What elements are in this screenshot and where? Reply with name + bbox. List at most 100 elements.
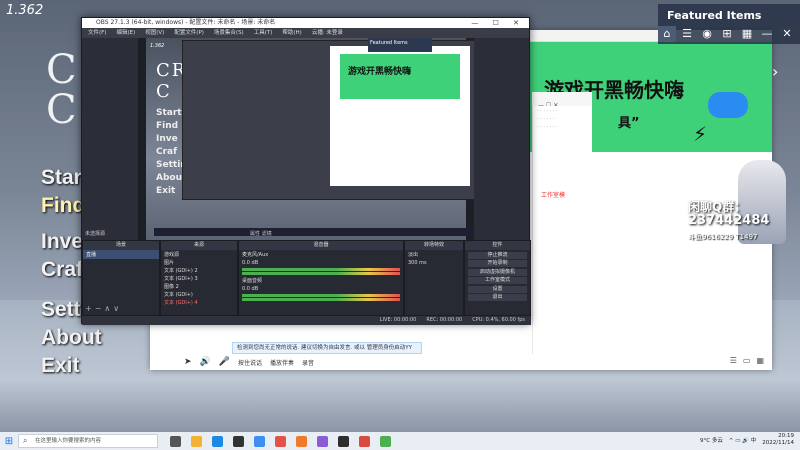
file-explorer-icon[interactable]: [191, 435, 202, 447]
preview-version: 1.362: [150, 43, 165, 49]
play-accompaniment-button[interactable]: 播放伴奏: [270, 358, 294, 367]
transitions-dock-title: 转场特效: [405, 241, 463, 250]
source-item[interactable]: 图片: [161, 258, 237, 266]
settings-button[interactable]: 设置: [468, 285, 527, 293]
source-label: 文本 (GDI+) 4: [164, 300, 198, 306]
taskbar-clock[interactable]: 20:19 2022/11/14: [762, 433, 794, 447]
tray-icons[interactable]: ^ ▭ 🔊 中: [729, 436, 756, 444]
gamepad-icon[interactable]: ◉: [698, 26, 716, 42]
window-controls[interactable]: — ☐ ✕: [471, 18, 525, 28]
weather-text[interactable]: 9°C 多云: [700, 436, 723, 444]
preview-banner: 游戏开黑畅快嗨: [340, 54, 460, 99]
close-icon[interactable]: ✕: [778, 26, 796, 42]
cart-icon[interactable]: ⊞: [718, 26, 736, 42]
mic-icon[interactable]: 🎤: [219, 357, 230, 367]
virtual-camera-button[interactable]: 启动虚拟摄像机: [468, 268, 527, 276]
game-version: 1.362: [6, 3, 44, 18]
app-icon[interactable]: [296, 435, 307, 447]
toolbar-right-icons: ☰ ▭ ▦: [730, 356, 764, 365]
menu-file[interactable]: 文件(F): [88, 28, 106, 38]
edge-icon[interactable]: [212, 435, 223, 447]
douyu-room-text: 斗鱼9616229 T1497: [688, 233, 758, 241]
cursor-icon[interactable]: ➤: [184, 357, 192, 367]
list-icon[interactable]: ☰: [678, 26, 696, 42]
taskbar-search[interactable]: ⌕ 在这里输入你要搜索的内容: [18, 434, 158, 448]
grid-icon[interactable]: ▦: [738, 26, 756, 42]
source-item-selected[interactable]: 文本 (GDI+) 4: [161, 298, 237, 306]
rec-status: REC: 00:00:00: [426, 317, 463, 323]
app-icon[interactable]: [338, 435, 349, 447]
properties-filters-bar[interactable]: 属性 滤镜: [250, 230, 272, 237]
search-icon: ⌕: [23, 436, 28, 445]
app-icon[interactable]: [317, 435, 328, 447]
featured-toolbar: ⌂ ☰ ◉ ⊞ ▦ — ✕: [658, 26, 798, 42]
obs-menubar: 文件(F) 编辑(E) 视图(V) 配置文件(P) 场景集合(S) 工具(T) …: [82, 28, 529, 38]
obs-docks: 场景 直播 +−∧∨ 来源 游戏源 图片 文本 (GDI+) 2 文本 (GDI…: [82, 240, 531, 316]
studio-mode-option[interactable]: 工作室模: [541, 190, 584, 199]
app-icon[interactable]: [359, 435, 370, 447]
search-placeholder: 在这里输入你要搜索的内容: [35, 438, 102, 444]
grid-icon[interactable]: ▦: [756, 356, 764, 365]
chevron-right-icon[interactable]: ›: [772, 62, 778, 81]
menu-profile[interactable]: 配置文件(P): [174, 28, 204, 38]
scene-controls[interactable]: +−∧∨: [85, 304, 122, 313]
panel-line: · · · · · · ·: [537, 108, 558, 114]
menu-view[interactable]: 视图(V): [145, 28, 164, 38]
menu-about[interactable]: About: [41, 326, 124, 354]
transition-duration[interactable]: 300 ms: [405, 259, 463, 267]
chat-toolbar: ➤ 🔊 🎤 按住说话 播放伴奏 录音 ☰ ▭ ▦: [176, 354, 772, 370]
source-item[interactable]: 文本 (GDI+) 3: [161, 274, 237, 282]
start-recording-button[interactable]: 开始录制: [468, 260, 527, 267]
source-item[interactable]: 图像 2: [161, 282, 237, 290]
source-item[interactable]: 文本 (GDI+): [161, 290, 237, 298]
menu-cloud[interactable]: 云播: 未登录: [312, 28, 343, 38]
windows-start-icon[interactable]: ⊞: [0, 436, 18, 447]
app-icon[interactable]: [275, 435, 286, 447]
speaker-icon[interactable]: 🔊: [200, 357, 211, 367]
task-view-icon[interactable]: [170, 435, 181, 447]
system-tray: 9°C 多云 ^ ▭ 🔊 中 20:19 2022/11/14: [700, 433, 794, 447]
push-to-talk-button[interactable]: 按住说话: [238, 358, 262, 367]
minimize-icon[interactable]: —: [758, 26, 776, 42]
mixer-channel-name: 麦克风/Aux: [242, 252, 269, 258]
banner-subtitle: 具”: [618, 116, 640, 131]
menu-edit[interactable]: 编辑(E): [116, 28, 135, 38]
taskbar-apps: [170, 435, 391, 447]
menu-scene-collection[interactable]: 场景集合(S): [214, 28, 244, 38]
gamepad-icon: [708, 92, 748, 118]
menu-exit[interactable]: Exit: [41, 354, 124, 382]
layout-icon[interactable]: ▭: [743, 356, 751, 365]
app-icon[interactable]: [254, 435, 265, 447]
panel-line: · · · · · · ·: [537, 124, 558, 130]
voice-notice-bar[interactable]: 检测到您尚无正常的说话. 建议切换为自由发言. 或以 管理员身份启动YY: [232, 342, 422, 354]
home-icon[interactable]: ⌂: [658, 26, 676, 42]
obs-app-icon[interactable]: [233, 435, 244, 447]
source-item[interactable]: 文本 (GDI+) 2: [161, 266, 237, 274]
source-item[interactable]: 游戏源: [161, 250, 237, 258]
obs-preview[interactable]: 1.362 CR C Start Find Inve Craf Settings…: [138, 38, 474, 240]
obs-titlebar: OBS 27.1.3 (64-bit, windows) - 配置文件: 未命名…: [82, 18, 529, 28]
menu-help[interactable]: 帮助(H): [282, 28, 301, 38]
scene-item[interactable]: 直播: [83, 250, 159, 259]
preview-banner-text: 游戏开黑畅快嗨: [348, 67, 412, 77]
mixer-channel-value: 0.0 dB: [242, 260, 259, 266]
qq-group-number: 237442484: [688, 213, 770, 228]
stop-streaming-button[interactable]: 停止推流: [468, 251, 527, 259]
app-icon[interactable]: [380, 435, 391, 447]
stream-overlay-card: 闲聊Q群： 237442484 斗鱼9616229 T1497: [688, 160, 788, 248]
source-label: 图片: [164, 260, 175, 266]
studio-mode-button[interactable]: 工作室模式: [468, 277, 527, 284]
record-button[interactable]: 录音: [302, 358, 314, 367]
preview-taskbar: [154, 228, 474, 236]
exit-button[interactable]: 退出: [468, 294, 527, 301]
audio-meter: [242, 294, 400, 297]
transition-select[interactable]: 淡出: [405, 250, 463, 259]
cpu-status: CPU: 0.4%, 60.00 fps: [472, 317, 525, 323]
clock-time: 20:19: [778, 433, 794, 439]
preview-game: 1.362 CR C Start Find Inve Craf Settings…: [146, 38, 474, 240]
volume-slider[interactable]: [242, 298, 400, 301]
volume-slider[interactable]: [242, 272, 400, 275]
list-icon[interactable]: ☰: [730, 356, 737, 365]
menu-tools[interactable]: 工具(T): [254, 28, 273, 38]
source-label: 文本 (GDI+) 2: [164, 268, 198, 274]
